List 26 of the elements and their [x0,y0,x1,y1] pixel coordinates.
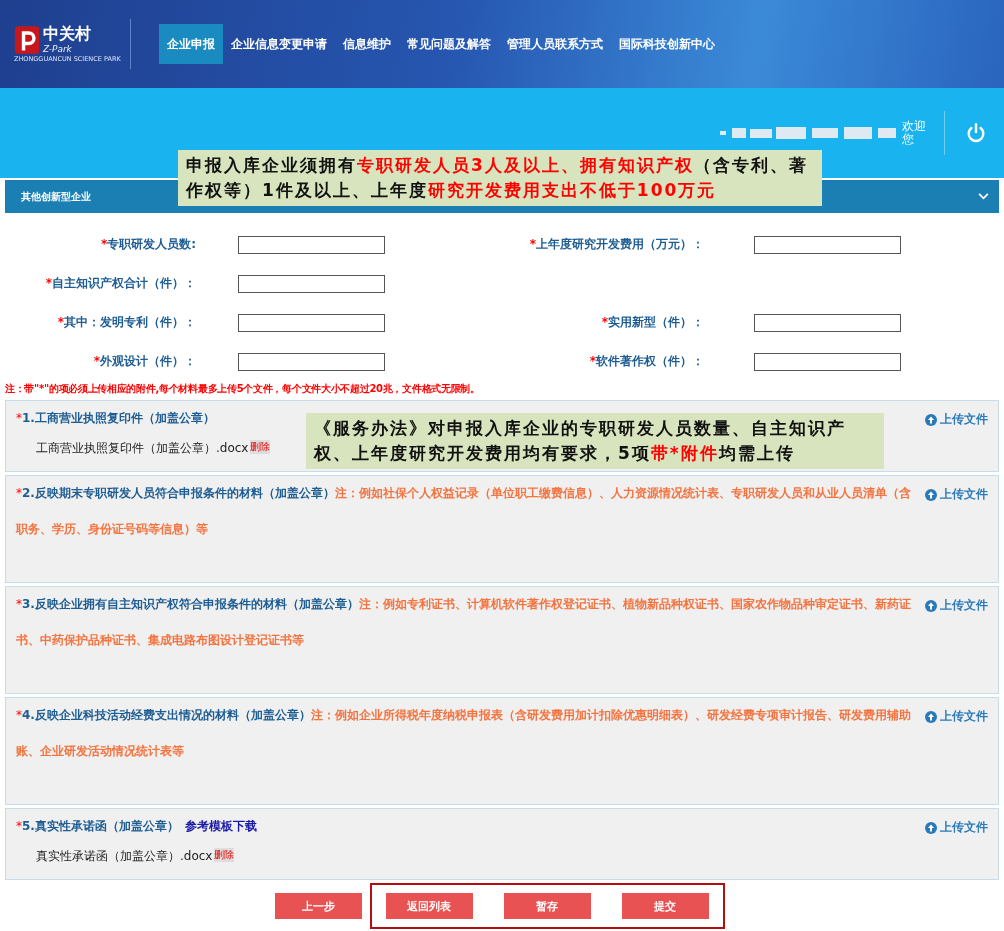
required-mark: * [529,237,536,251]
field-label: 专职研发人员数: [107,237,196,251]
attachment-text: *3.反映企业拥有自主知识产权符合申报条件的材料（加盖公章）注：例如专利证书、计算机软件著作权登记证书、植物新品种权证书、国家农作物品种审定证书、新药证书、中药保护品种证书、集成电路布图设计登记证书等 [16,596,912,649]
section-title: 其他创新型企业 [21,189,91,204]
field-label: 软件著作权（件）： [596,354,704,368]
field-label: 其中：发明专利（件）： [64,315,196,329]
welcome-text: 欢迎您 [902,120,927,146]
notice-text: 注：带"*"的项必须上传相应的附件,每个材料最多上传5个文件，每个文件大小不超过20兆，文件格式无限制。 [4,382,481,396]
logo-name: 中关村 [43,24,91,43]
required-mark: * [57,315,64,329]
attachment-text: *4.反映企业科技活动经费支出情况的材料（加盖公章）注：例如企业所得税年度纳税申报表（含研发费用加计扣除优惠明细表）、研发经费专项审计报告、研发费用辅助账、企业研发活动情况统计表等 [16,707,912,760]
annotation-tooltip: 《服务办法》对申报入库企业的专职研发人员数量、自主知识产权、上年度研究开发费用均有要求，5项带*附件均需上传 [306,413,884,469]
attachment-text: *5.真实性承诺函（加盖公章） 参考模板下载 [16,818,257,835]
annotation-tooltip: 申报入库企业须拥有专职研发人员3人及以上、拥有知识产权（含专利、著作权等）1件及以上、上年度研究开发费用支出不低于100万元 [178,150,822,206]
required-mark: * [601,315,608,329]
field-label: 实用新型（件）： [608,315,704,329]
logo-brand: Z-Park [43,42,72,55]
required-mark: * [45,276,52,290]
required-mark: * [100,237,108,251]
required-mark: * [589,354,596,368]
field-label: 上年度研究开发费用（万元）： [536,237,704,251]
field-label: 自主知识产权合计（件）： [52,276,196,290]
required-mark: * [93,354,100,368]
attachment-text: *2.反映期末专职研发人员符合申报条件的材料（加盖公章）注：例如社保个人权益记录（单位职工缴费信息）、人力资源情况统计表、专职研发人员和从业人员清单（含职务、学历、身份证号码等信息）等 [16,485,912,538]
attachment-text: *1.工商营业执照复印件（加盖公章） [16,410,215,427]
field-label: 外观设计（件）： [100,354,196,368]
